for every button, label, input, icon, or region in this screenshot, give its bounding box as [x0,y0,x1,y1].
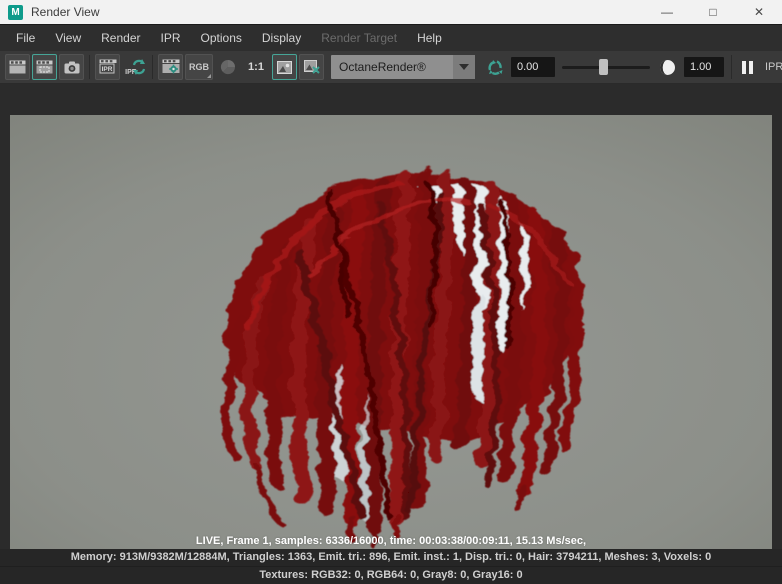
render-region-button[interactable] [32,54,57,80]
exposure-value: 0.00 [517,61,538,73]
rgb-channels-button[interactable]: RGB [185,54,213,80]
menu-render-target: Render Target [311,25,407,51]
toolbar: IPR IPR [0,51,782,84]
render-region-icon [36,60,53,74]
menu-ipr[interactable]: IPR [151,25,191,51]
menu-options[interactable]: Options [191,25,252,51]
ipr-update-button[interactable]: IPR [122,54,147,80]
rgb-channels-label: RGB [189,62,209,72]
refresh-render-button[interactable] [482,54,507,80]
contrast-icon [659,59,676,76]
maya-app-icon: M [8,5,23,20]
menu-file[interactable]: File [6,25,45,51]
menu-display[interactable]: Display [252,25,311,51]
menu-render[interactable]: Render [91,25,150,51]
renderer-select[interactable]: OctaneRender® [331,55,475,79]
ipr-memory-label: IPR: 0MB [765,61,782,73]
pause-icon [742,61,746,74]
snapshot-button[interactable] [59,54,84,80]
gamma-value: 1.00 [690,61,711,73]
exposure-field[interactable]: 0.00 [511,57,555,77]
render-button[interactable] [5,54,30,80]
gamma-field[interactable]: 1.00 [684,57,724,77]
real-size-label: 1:1 [248,61,264,73]
exposure-slider[interactable] [562,57,650,77]
render-view-window: M Render View — □ ✕ File View Render IPR… [0,0,782,584]
toolbar-separator [89,55,90,79]
window-title: Render View [31,5,99,19]
hair-render [224,172,582,541]
window-controls: — □ ✕ [644,0,782,24]
svg-text:IPR: IPR [101,66,112,73]
menubar: File View Render IPR Options Display Ren… [0,25,782,51]
render-icon [9,60,26,74]
render-settings-button[interactable] [158,54,183,80]
chevron-down-icon [459,64,469,70]
renderer-select-arrow[interactable] [453,55,475,79]
ipr-render-button[interactable]: IPR [95,54,120,80]
pause-ipr-button[interactable] [742,61,753,74]
contrast-button[interactable] [655,54,680,80]
menu-help[interactable]: Help [407,25,452,51]
corner-more-indicator-icon [207,74,211,78]
pause-icon [749,61,753,74]
snapshot-icon [64,61,80,74]
alpha-channel-icon [220,59,236,75]
remove-image-icon [304,60,320,74]
remove-image-button[interactable] [299,54,324,80]
ipr-render-icon: IPR [99,59,117,75]
refresh-render-icon [486,58,504,76]
render-settings-icon [162,59,180,75]
real-size-button[interactable]: 1:1 [242,54,270,80]
maximize-button[interactable]: □ [690,0,736,24]
renderer-selected-value: OctaneRender® [331,60,453,74]
keep-image-button[interactable] [272,54,297,80]
keep-image-icon [277,61,292,74]
render-image-view[interactable]: LIVE, Frame 1, samples: 6336/16000, time… [10,115,772,549]
memory-statusbar: Memory: 913M/9382M/12884M, Triangles: 13… [0,549,782,566]
ipr-update-icon: IPR [124,57,146,77]
alpha-channel-button[interactable] [215,54,240,80]
toolbar-separator [731,55,732,79]
render-live-status: LIVE, Frame 1, samples: 6336/16000, time… [10,535,772,547]
textures-statusbar: Textures: RGB32: 0, RGB64: 0, Gray8: 0, … [0,566,782,584]
rendered-image [10,115,772,549]
titlebar: M Render View — □ ✕ [0,0,782,25]
exposure-slider-handle[interactable] [599,59,608,75]
minimize-button[interactable]: — [644,0,690,24]
menu-view[interactable]: View [45,25,91,51]
close-button[interactable]: ✕ [736,0,782,24]
toolbar-separator [152,55,153,79]
